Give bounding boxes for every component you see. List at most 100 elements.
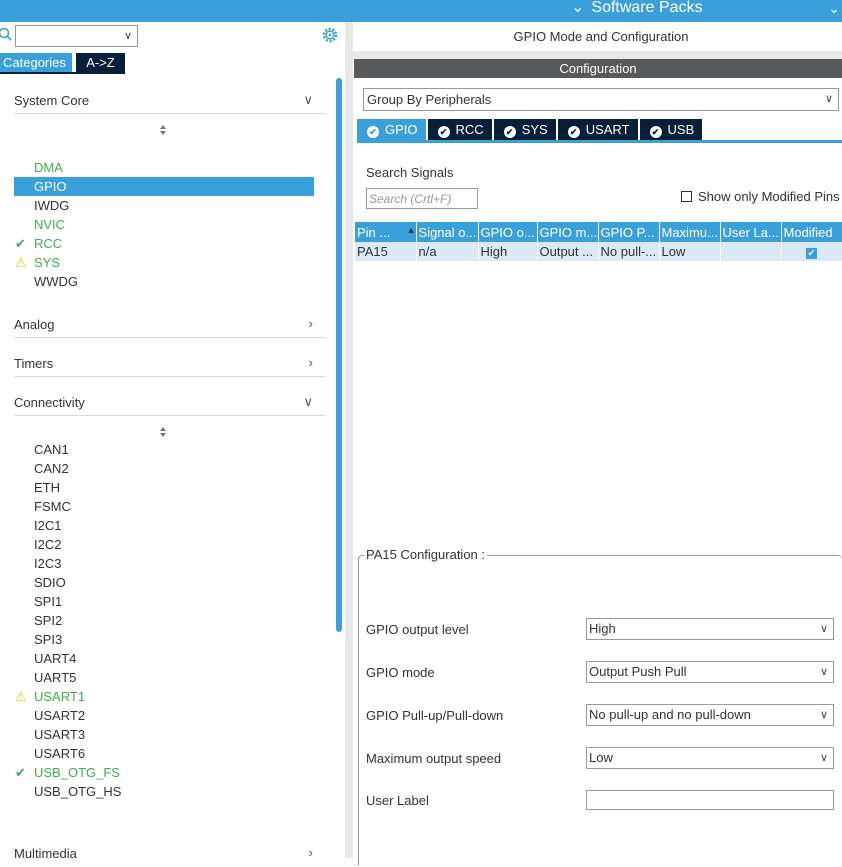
list-item-fsmc[interactable]: FSMC (14, 497, 314, 516)
list-item-sys[interactable]: ⚠ SYS (14, 253, 314, 272)
warning-icon: ⚠ (15, 255, 27, 270)
category-connectivity[interactable]: Connectivity ∨ (14, 392, 325, 416)
field-label: Maximum output speed (366, 751, 502, 766)
list-item-eth[interactable]: ETH (14, 478, 314, 497)
list-item-label: CAN1 (34, 442, 69, 457)
column-header[interactable]: Signal o... (416, 222, 479, 242)
category-label: Timers (14, 356, 54, 371)
checkbox[interactable] (681, 191, 692, 202)
checkbox-label: Show only Modified Pins (698, 189, 840, 204)
field-label: GPIO mode (366, 665, 435, 680)
gear-icon[interactable] (321, 26, 339, 44)
list-item-usart2[interactable]: USART2 (14, 706, 314, 725)
search-signals-input[interactable] (366, 188, 478, 209)
column-header[interactable]: Maximu... (659, 222, 721, 242)
list-item-label: SPI1 (34, 594, 63, 609)
tab-label: GPIO (385, 122, 418, 137)
sort-icon[interactable] (158, 426, 168, 438)
list-item-spi1[interactable]: SPI1 (14, 592, 314, 611)
search-combo[interactable]: ∨ (15, 25, 138, 47)
right-panel: GPIO Mode and Configuration Configuratio… (353, 22, 842, 865)
tab-usart[interactable]: ✔ USART (557, 119, 638, 140)
tab-underline (0, 72, 125, 74)
list-item-usb_otg_hs[interactable]: USB_OTG_HS (14, 782, 314, 801)
list-item-uart5[interactable]: UART5 (14, 668, 314, 687)
max-output-speed-select[interactable]: Low ∨ (586, 747, 834, 769)
column-header-label: Maximu... (661, 224, 718, 240)
list-item-label: USART6 (34, 746, 86, 761)
search-icon[interactable] (0, 27, 12, 43)
list-item-can2[interactable]: CAN2 (14, 459, 314, 478)
panel-splitter[interactable] (345, 22, 353, 858)
tab-label: RCC (455, 122, 484, 137)
column-header[interactable]: Pin ... ▴ (355, 222, 417, 242)
category-label: Connectivity (14, 395, 85, 410)
list-item-dma[interactable]: DMA (14, 158, 314, 177)
tab-usb[interactable]: ✔ USB (639, 119, 703, 140)
scrollbar-thumb[interactable] (336, 78, 342, 632)
modified-checkbox[interactable]: ✔ (806, 248, 817, 259)
column-header[interactable]: User La... (720, 222, 782, 242)
list-item-nvic[interactable]: NVIC (14, 215, 314, 234)
gpio-output-level-select[interactable]: High ∨ (586, 618, 834, 640)
tab-categories[interactable]: Categories (0, 53, 72, 73)
table-cell: n/a (416, 242, 479, 261)
list-item-label: UART5 (34, 670, 77, 685)
list-item-spi2[interactable]: SPI2 (14, 611, 314, 630)
list-item-spi3[interactable]: SPI3 (14, 630, 314, 649)
chevron-right-icon: › (308, 355, 313, 370)
tab-a-z[interactable]: A->Z (76, 53, 125, 73)
top-bar: ⌄ Software Packs ⌄ (0, 0, 842, 22)
list-item-label: ETH (34, 480, 60, 495)
gpio-mode-select[interactable]: Output Push Pull ∨ (586, 661, 834, 683)
user-label-label: User Label (366, 793, 429, 808)
list-item-uart4[interactable]: UART4 (14, 649, 314, 668)
software-packs-menu[interactable]: ⌄ Software Packs (571, 0, 703, 18)
list-item-label: IWDG (34, 198, 70, 213)
show-only-modified-checkbox[interactable]: Show only Modified Pins (681, 189, 840, 204)
select-value: No pull-up and no pull-down (589, 707, 751, 722)
list-item-i2c3[interactable]: I2C3 (14, 554, 314, 573)
list-item-label: USART1 (34, 689, 86, 704)
left-panel: ∨ Categories A->Z System Core ∨ DMA GPIO IW… (0, 22, 353, 861)
panel-title: GPIO Mode and Configuration (513, 29, 689, 44)
list-item-gpio[interactable]: GPIO (14, 177, 314, 196)
list-item-i2c1[interactable]: I2C1 (14, 516, 314, 535)
peripheral-tabs: ✔ GPIO ✔ RCC ✔ SYS ✔ USART ✔ USB (357, 119, 704, 140)
list-item-usb_otg_fs[interactable]: ✔ USB_OTG_FS (14, 763, 314, 782)
tab-sys[interactable]: ✔ SYS (493, 119, 556, 140)
list-item-label: CAN2 (34, 461, 69, 476)
category-timers[interactable]: Timers › (14, 353, 325, 377)
column-header[interactable]: GPIO m... (537, 222, 599, 242)
list-item-rcc[interactable]: ✔ RCC (14, 234, 314, 253)
category-multimedia[interactable]: Multimedia › (14, 843, 325, 867)
tab-gpio[interactable]: ✔ GPIO (357, 119, 426, 140)
group-by-select[interactable]: Group By Peripherals ∨ (363, 88, 839, 111)
list-item-wwdg[interactable]: WWDG (14, 272, 314, 291)
sort-icon[interactable] (158, 124, 168, 136)
column-header[interactable]: Modified (781, 222, 842, 242)
list-item-usart1[interactable]: ⚠ USART1 (14, 687, 314, 706)
list-item-label: RCC (34, 236, 63, 251)
list-item-label: USART3 (34, 727, 86, 742)
list-item-can1[interactable]: CAN1 (14, 440, 314, 459)
column-header[interactable]: GPIO o... (478, 222, 538, 242)
list-item-usart6[interactable]: USART6 (14, 744, 314, 763)
category-system-core[interactable]: System Core ∨ (14, 90, 325, 114)
table-cell: PA15 (355, 242, 417, 261)
list-item-i2c2[interactable]: I2C2 (14, 535, 314, 554)
category-label: Multimedia (14, 846, 77, 861)
category-label: Analog (14, 317, 55, 332)
list-item-iwdg[interactable]: IWDG (14, 196, 314, 215)
list-item-sdio[interactable]: SDIO (14, 573, 314, 592)
table-row[interactable]: PA15 n/a High Output ... No pull-... Low ✔ (355, 242, 842, 261)
user-label-input[interactable] (586, 790, 834, 810)
column-header[interactable]: GPIO P... (598, 222, 660, 242)
chevron-down-icon: ∨ (819, 623, 828, 635)
gpio-pull-select[interactable]: No pull-up and no pull-down ∨ (586, 704, 834, 726)
tab-rcc[interactable]: ✔ RCC (427, 119, 492, 140)
list-item-usart3[interactable]: USART3 (14, 725, 314, 744)
chevron-down-icon: ⌄ (571, 0, 585, 16)
chevron-down-icon[interactable]: ⌄ (828, 0, 840, 16)
category-analog[interactable]: Analog › (14, 314, 325, 338)
